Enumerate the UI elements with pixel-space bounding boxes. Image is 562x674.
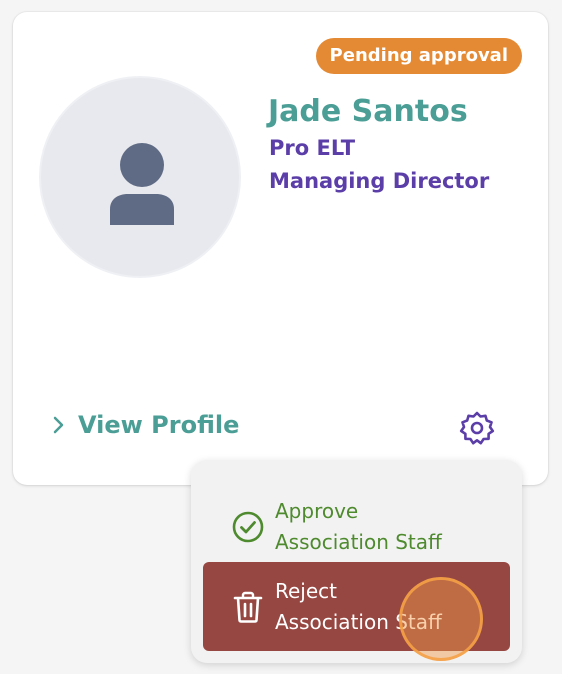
staff-organization: Pro ELT	[269, 136, 356, 160]
approve-staff-menu-item[interactable]: Approve Association Staff	[203, 484, 510, 570]
approve-label-line2: Association Staff	[275, 530, 442, 554]
reject-staff-label: Reject Association Staff	[275, 576, 442, 638]
approve-staff-label: Approve Association Staff	[275, 496, 442, 558]
view-profile-link[interactable]: View Profile	[50, 411, 239, 439]
trash-icon	[233, 591, 263, 623]
staff-card: Pending approval Jade Santos Pro ELT Man…	[13, 12, 548, 485]
gear-icon[interactable]	[459, 410, 495, 446]
chevron-right-icon	[53, 416, 64, 434]
staff-name: Jade Santos	[268, 94, 468, 129]
reject-label-line2: Association Staff	[275, 609, 442, 634]
approve-label-line1: Approve	[275, 499, 359, 523]
view-profile-label: View Profile	[78, 411, 240, 439]
reject-label-line1: Reject	[275, 578, 338, 603]
check-circle-icon	[232, 511, 264, 543]
actions-menu: Approve Association Staff Reject Associa…	[191, 460, 522, 663]
reject-staff-menu-item[interactable]: Reject Association Staff	[203, 562, 510, 651]
user-icon	[110, 143, 174, 225]
status-badge: Pending approval	[315, 38, 522, 74]
staff-role: Managing Director	[269, 169, 490, 193]
avatar	[39, 76, 241, 278]
